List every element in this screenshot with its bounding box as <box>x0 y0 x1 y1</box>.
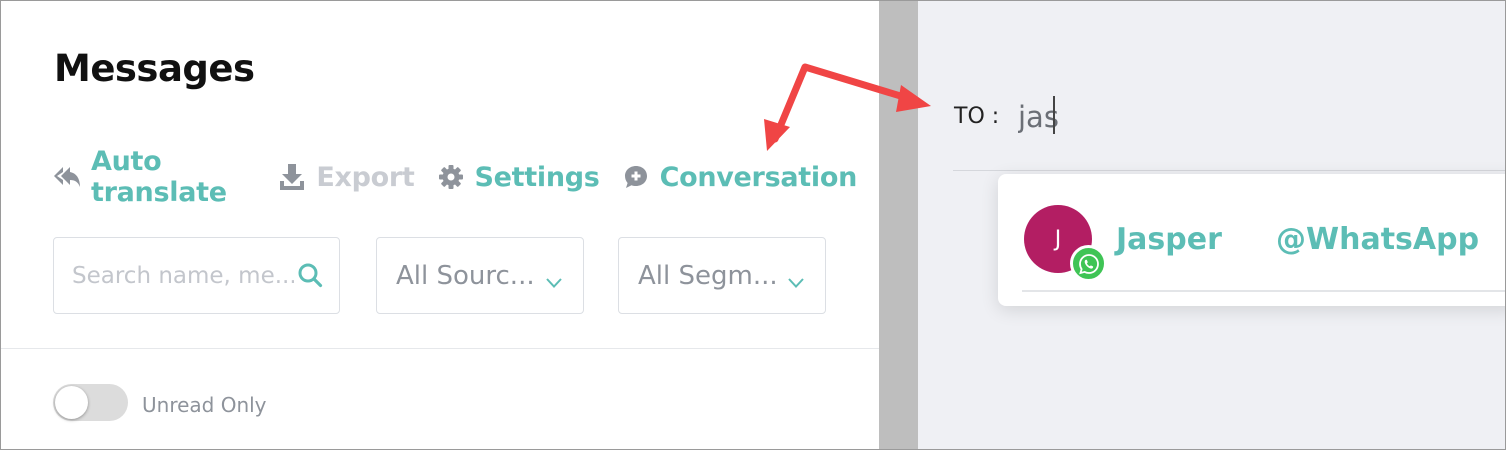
auto-translate-button[interactable]: Auto translate <box>53 146 256 208</box>
source-filter-value: All Sourc... <box>396 260 535 291</box>
to-label: TO : <box>954 104 1000 129</box>
recipient-underline <box>953 170 1505 171</box>
action-bar: Auto translate Export Settings Conversat… <box>53 146 879 208</box>
search-icon[interactable] <box>297 262 323 293</box>
suggestion-channel: @WhatsApp <box>1276 222 1480 257</box>
divider <box>1 348 879 349</box>
toggle-knob <box>55 386 88 419</box>
unread-only-toggle[interactable] <box>53 384 128 421</box>
auto-translate-label: Auto translate <box>91 146 227 208</box>
recipient-suggestions: J Jasper @WhatsApp <box>998 174 1505 306</box>
chat-plus-icon <box>622 163 650 191</box>
download-icon <box>278 163 306 191</box>
segment-filter-value: All Segm... <box>638 260 778 291</box>
unread-only-label: Unread Only <box>142 393 267 417</box>
new-conversation-panel: TO : J Jasper @WhatsApp <box>918 1 1505 449</box>
settings-button[interactable]: Settings <box>437 162 600 193</box>
suggestion-item[interactable]: J Jasper @WhatsApp <box>998 174 1505 292</box>
search-box <box>53 237 340 314</box>
settings-label: Settings <box>474 161 600 193</box>
suggestion-name: Jasper <box>1116 222 1222 257</box>
conversation-label: Conversation <box>659 161 858 193</box>
conversation-button[interactable]: Conversation <box>622 162 857 193</box>
export-label: Export <box>316 161 415 193</box>
screenshot-frame: Messages Auto translate Export Settings … <box>0 0 1506 450</box>
recipient-input[interactable] <box>1018 97 1218 137</box>
source-filter-select[interactable]: All Sourc... <box>376 237 584 314</box>
whatsapp-icon <box>1070 245 1107 282</box>
page-title: Messages <box>54 47 255 90</box>
suggestion-divider <box>1022 290 1505 292</box>
text-caret <box>1053 96 1055 134</box>
search-input[interactable] <box>72 262 294 289</box>
reply-all-icon <box>53 163 81 191</box>
messages-panel: Messages Auto translate Export Settings … <box>1 1 879 449</box>
chevron-down-icon <box>787 266 805 296</box>
gear-icon <box>437 163 465 191</box>
export-button[interactable]: Export <box>278 161 415 193</box>
chevron-down-icon <box>545 266 563 296</box>
panel-separator <box>879 1 918 449</box>
segment-filter-select[interactable]: All Segm... <box>618 237 826 314</box>
